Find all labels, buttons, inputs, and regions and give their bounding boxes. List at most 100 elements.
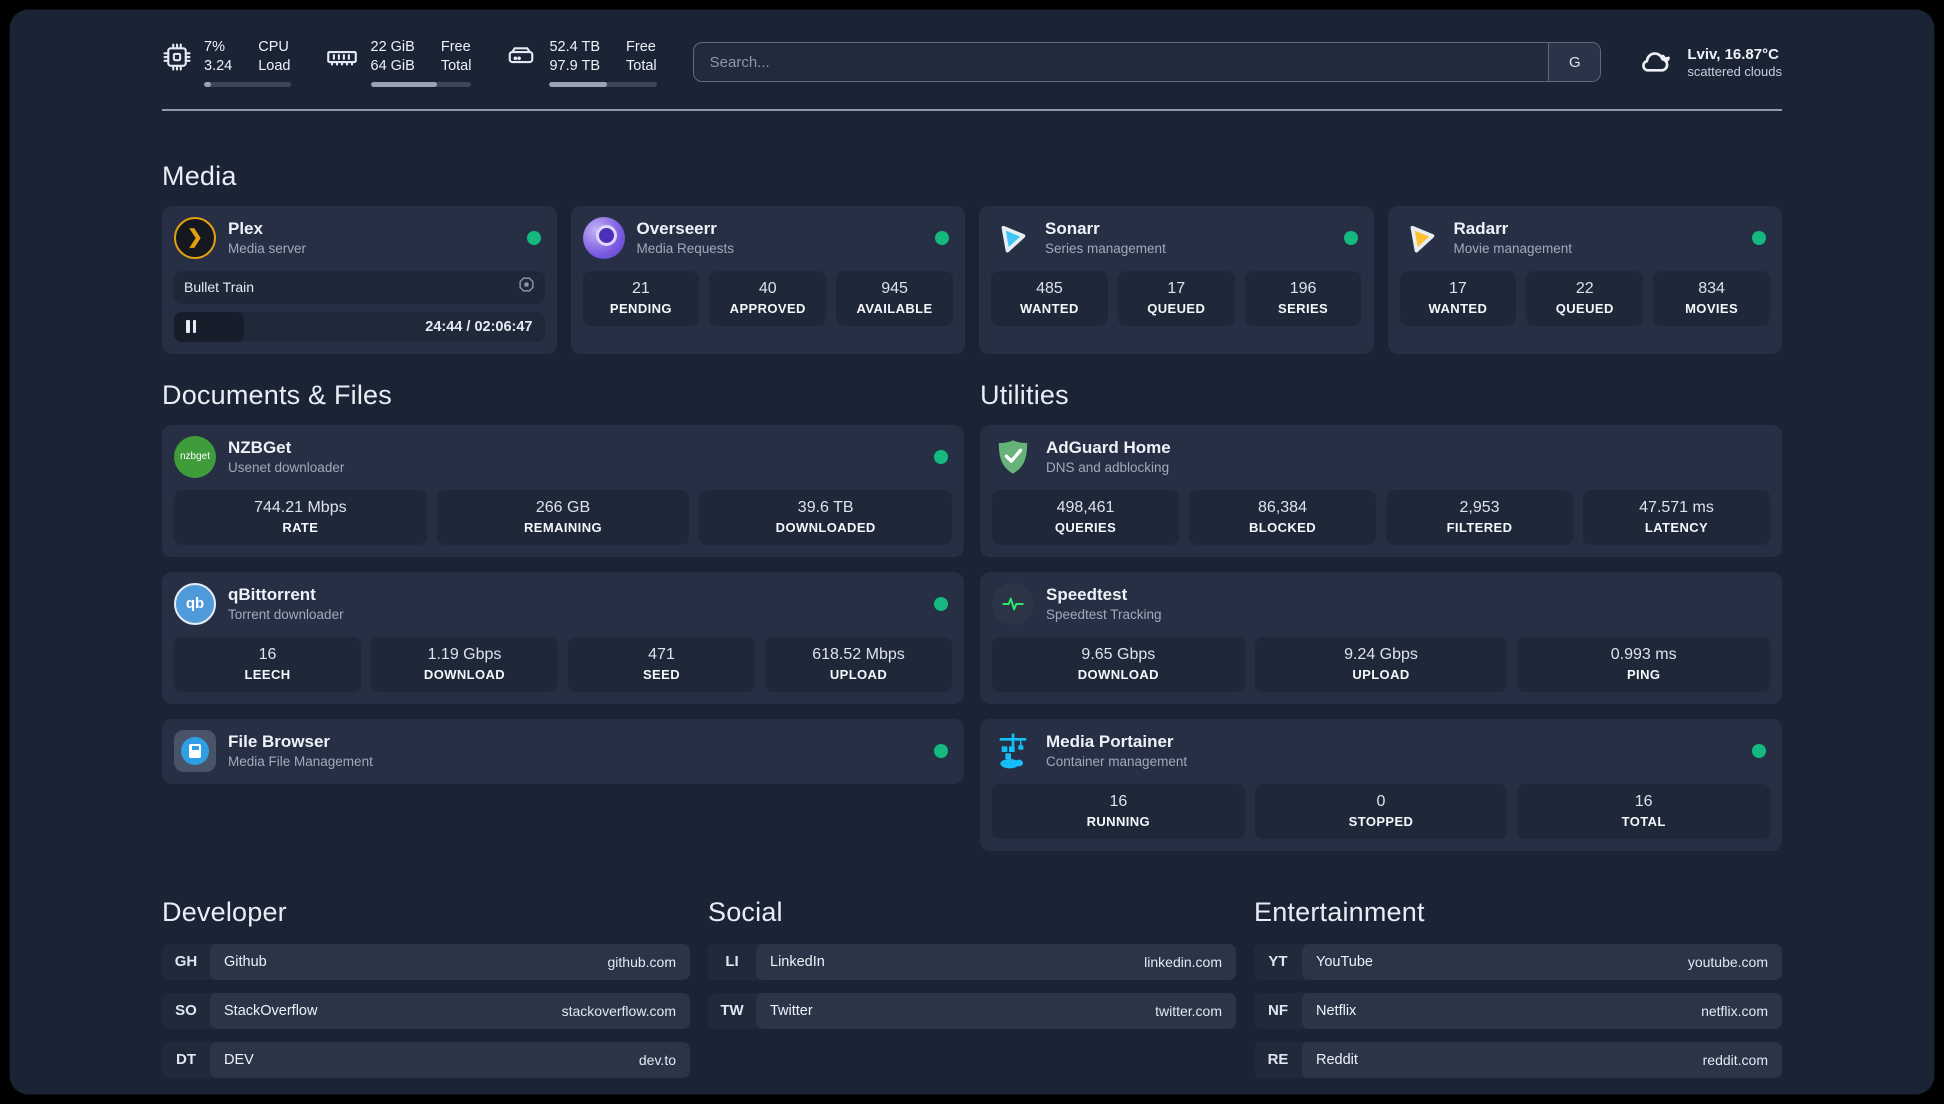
search-provider-button[interactable]: G <box>1548 43 1601 82</box>
stat-value: 196 <box>1289 279 1317 297</box>
app-name: Radarr <box>1453 219 1509 239</box>
stat-box: 1.19 Gbps DOWNLOAD <box>371 636 558 692</box>
link-tag: SO <box>175 1002 197 1020</box>
app-name: Plex <box>228 219 263 239</box>
sonarr-icon <box>991 217 1033 259</box>
link-row-github[interactable]: GH Github github.com <box>162 943 690 980</box>
app-subtitle: Media Requests <box>636 241 735 257</box>
social-section-title: Social <box>708 896 783 927</box>
stat-label: APPROVED <box>729 300 806 316</box>
stat-label: RATE <box>282 519 319 535</box>
system-metrics: 7% 3.24 CPU Load 22 GiB 64 GiB Free Tota… <box>162 38 657 87</box>
stat-box: 17 QUEUED <box>1117 270 1235 326</box>
disk-free-label: Free <box>626 39 656 55</box>
ram-total-value: 64 GiB <box>370 57 415 74</box>
app-card-speedtest[interactable]: Speedtest Speedtest Tracking 9.65 Gbps D… <box>980 571 1782 704</box>
disk-icon <box>505 42 537 72</box>
stat-label: QUEUED <box>1147 300 1206 316</box>
nzbget-icon: nzbget <box>174 435 216 478</box>
link-row-reddit[interactable]: RE Reddit reddit.com <box>1254 1041 1782 1078</box>
app-card-qbittorrent[interactable]: qb qBittorrent Torrent downloader 16 LEE… <box>162 571 964 704</box>
stat-label: LEECH <box>244 666 291 682</box>
stat-value: 9.65 Gbps <box>1081 645 1156 663</box>
stat-value: 945 <box>881 279 908 297</box>
app-card-nzbget[interactable]: nzbget NZBGet Usenet downloader 744.21 M… <box>162 424 964 557</box>
playback-progress-fill <box>174 311 245 342</box>
app-name: Sonarr <box>1045 219 1100 239</box>
load-label: Load <box>258 57 291 74</box>
link-row-youtube[interactable]: YT YouTube youtube.com <box>1254 943 1782 980</box>
app-card-overseerr[interactable]: Overseerr Media Requests 21 PENDING 40 A… <box>570 205 965 354</box>
app-subtitle: Torrent downloader <box>228 607 344 623</box>
link-row-stackoverflow[interactable]: SO StackOverflow stackoverflow.com <box>162 992 690 1029</box>
stop-icon[interactable] <box>518 276 535 298</box>
stat-label: WANTED <box>1020 300 1079 316</box>
pause-icon[interactable] <box>186 320 196 334</box>
link-row-dev[interactable]: DT DEV dev.to <box>162 1041 690 1078</box>
ram-labels: Free Total <box>441 38 472 76</box>
link-row-linkedin[interactable]: LI LinkedIn linkedin.com <box>708 943 1236 980</box>
status-dot-online <box>934 449 948 464</box>
stat-box: 40 APPROVED <box>709 270 827 326</box>
developer-section-title: Developer <box>162 896 287 927</box>
stat-box: 485 WANTED <box>991 270 1108 326</box>
stat-value: 834 <box>1698 279 1725 297</box>
status-dot-online <box>934 596 948 611</box>
stat-value: 744.21 Mbps <box>254 498 347 516</box>
app-card-filebrowser[interactable]: File Browser Media File Management <box>162 718 964 784</box>
stat-label: DOWNLOADED <box>775 519 876 535</box>
link-row-netflix[interactable]: NF Netflix netflix.com <box>1254 992 1782 1029</box>
header-divider <box>162 108 1782 111</box>
search-input[interactable] <box>693 43 1549 82</box>
stat-box: 9.24 Gbps UPLOAD <box>1254 636 1508 692</box>
stat-value: 498,461 <box>1056 498 1115 516</box>
radarr-icon <box>1400 217 1442 259</box>
filebrowser-icon <box>174 729 216 772</box>
stat-label: BLOCKED <box>1248 519 1317 535</box>
stat-box: 22 QUEUED <box>1526 270 1644 326</box>
stat-box: 744.21 Mbps RATE <box>174 489 427 545</box>
stat-value: 22 <box>1575 279 1594 297</box>
stat-value: 17 <box>1449 279 1467 297</box>
plex-icon <box>174 216 216 259</box>
app-subtitle: Media File Management <box>228 754 373 770</box>
playback-progress-bar[interactable]: 24:44 / 02:06:47 <box>174 311 545 342</box>
link-tag: RE <box>1267 1051 1289 1069</box>
stat-box: 21 PENDING <box>582 270 700 326</box>
app-card-radarr[interactable]: Radarr Movie management 17 WANTED 22 QUE… <box>1387 205 1782 354</box>
stat-value: 9.24 Gbps <box>1344 645 1418 663</box>
app-card-plex[interactable]: Plex Media server Bullet Train <box>162 205 557 354</box>
stat-label: STOPPED <box>1348 813 1414 829</box>
app-card-adguard[interactable]: AdGuard Home DNS and adblocking 498,461 … <box>980 424 1782 557</box>
stat-box: 498,461 QUERIES <box>992 489 1179 545</box>
cpu-progress-track <box>204 81 291 87</box>
stat-value: 0.993 ms <box>1610 645 1677 663</box>
disk-total-label: Total <box>626 57 657 74</box>
stat-label: TOTAL <box>1621 813 1666 829</box>
link-url: reddit.com <box>1702 1051 1768 1068</box>
disk-values: 52.4 TB 97.9 TB <box>549 38 600 76</box>
stat-label: WANTED <box>1428 300 1488 316</box>
app-subtitle: Usenet downloader <box>228 460 345 476</box>
status-dot-online <box>1752 230 1766 245</box>
stat-value: 16 <box>1109 792 1128 810</box>
overseerr-icon <box>582 216 625 259</box>
stat-box: 196 SERIES <box>1244 270 1362 326</box>
stat-label: AVAILABLE <box>856 300 933 316</box>
stat-label: MOVIES <box>1685 300 1739 316</box>
stat-value: 40 <box>758 279 777 297</box>
stat-label: QUERIES <box>1054 519 1117 535</box>
stat-box: 86,384 BLOCKED <box>1189 489 1376 545</box>
app-subtitle: Movie management <box>1453 241 1573 257</box>
cloud-icon <box>1637 44 1675 81</box>
stat-box: 471 SEED <box>568 636 755 692</box>
ram-total-label: Total <box>440 57 472 74</box>
stat-value: 16 <box>258 645 277 663</box>
stat-box: 0 STOPPED <box>1254 783 1508 839</box>
entertainment-section-title: Entertainment <box>1254 896 1425 927</box>
link-name: Github <box>224 953 267 970</box>
link-row-twitter[interactable]: TW Twitter twitter.com <box>708 992 1236 1029</box>
app-card-sonarr[interactable]: Sonarr Series management 485 WANTED 17 Q… <box>979 205 1374 354</box>
app-card-portainer[interactable]: Media Portainer Container management 16 … <box>980 718 1782 851</box>
cpu-progress-fill <box>204 81 211 87</box>
